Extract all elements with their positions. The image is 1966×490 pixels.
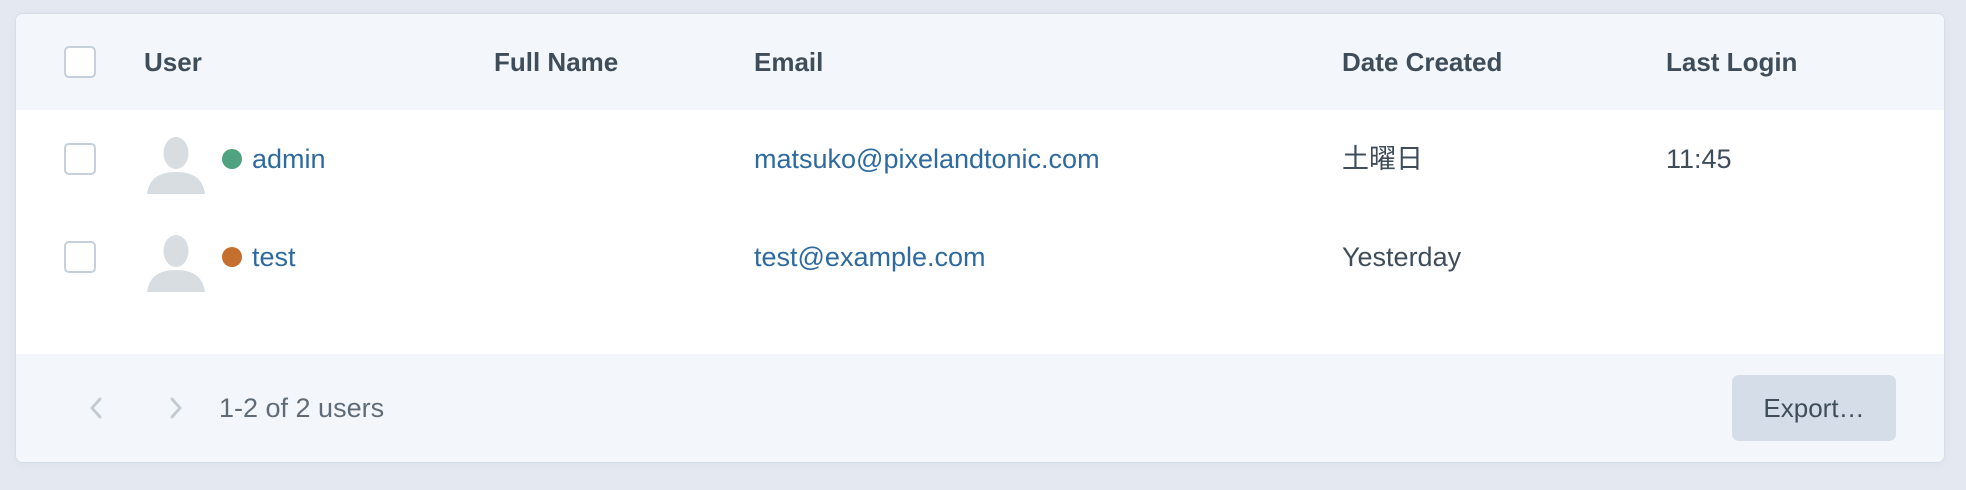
- next-page-button[interactable]: [160, 390, 192, 426]
- last-login-cell: 11:45: [1666, 144, 1732, 174]
- select-all-checkbox[interactable]: [64, 46, 96, 78]
- user-avatar-icon: [147, 235, 205, 292]
- username-link[interactable]: admin: [252, 110, 326, 208]
- users-table-card: User Full Name Email Date Created Last L…: [16, 14, 1944, 462]
- status-indicator-pending: [222, 247, 242, 267]
- user-avatar-icon: [147, 137, 205, 194]
- status-indicator-active: [222, 149, 242, 169]
- table-row: admin matsuko@pixelandtonic.com 土曜日 11:4…: [16, 110, 1944, 208]
- column-header-email[interactable]: Email: [754, 14, 823, 110]
- export-button[interactable]: Export…: [1732, 375, 1896, 441]
- column-header-date-created[interactable]: Date Created: [1342, 14, 1502, 110]
- date-created-cell: Yesterday: [1342, 242, 1462, 272]
- column-header-last-login[interactable]: Last Login: [1666, 14, 1797, 110]
- table-footer: 1-2 of 2 users Export…: [16, 354, 1944, 462]
- chevron-right-icon: [170, 397, 182, 419]
- column-header-full-name[interactable]: Full Name: [494, 14, 618, 110]
- email-link[interactable]: test@example.com: [754, 208, 986, 306]
- row-checkbox[interactable]: [64, 143, 96, 175]
- date-created-cell: 土曜日: [1342, 144, 1423, 174]
- column-header-user[interactable]: User: [144, 14, 202, 110]
- email-link[interactable]: matsuko@pixelandtonic.com: [754, 110, 1100, 208]
- chevron-left-icon: [90, 397, 102, 419]
- row-checkbox[interactable]: [64, 241, 96, 273]
- username-link[interactable]: test: [252, 208, 296, 306]
- previous-page-button[interactable]: [80, 390, 112, 426]
- table-header: User Full Name Email Date Created Last L…: [16, 14, 1944, 110]
- pagination-count: 1-2 of 2 users: [219, 393, 385, 423]
- table-row: test test@example.com Yesterday: [16, 208, 1944, 306]
